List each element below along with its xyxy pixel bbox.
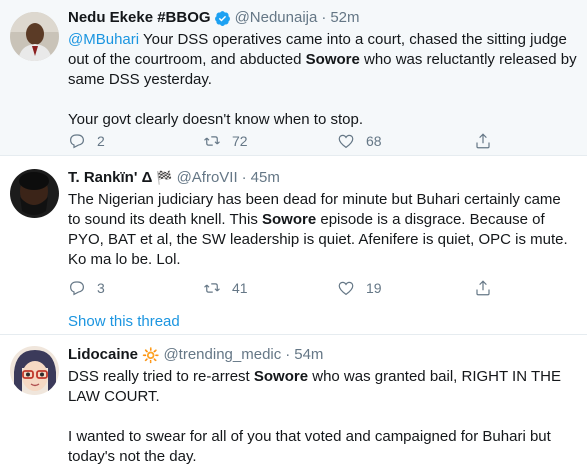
separator-dot: · xyxy=(321,9,327,26)
mention-link[interactable]: @MBuhari xyxy=(68,31,139,48)
tweet[interactable]: Nedu Ekeke #BBOG @Nedunaija · 52m @MBuha… xyxy=(0,0,587,156)
tweet-header: Nedu Ekeke #BBOG @Nedunaija · 52m xyxy=(68,8,577,28)
retweet-count: 41 xyxy=(232,280,248,296)
tweet-text: DSS really tried to re-arrest Sowore who… xyxy=(68,367,577,407)
like-count: 68 xyxy=(366,133,382,149)
highlighted-keyword: Sowore xyxy=(262,211,317,228)
tweet-header: T. Rankïn' Δ 🏁 @AfroVII · 45m xyxy=(68,168,577,188)
retweet-button[interactable]: 41 xyxy=(203,279,248,297)
user-handle[interactable]: @AfroVII xyxy=(177,168,238,188)
tweet-feed: Nedu Ekeke #BBOG @Nedunaija · 52m @MBuha… xyxy=(0,0,587,473)
like-button[interactable]: 19 xyxy=(337,279,382,297)
tweet-text: The Nigerian judiciary has been dead for… xyxy=(68,190,577,270)
retweet-icon xyxy=(204,283,220,293)
share-button[interactable] xyxy=(474,132,492,150)
verified-badge-icon xyxy=(214,10,231,27)
tweet-text-paragraph: I wanted to swear for all of you that vo… xyxy=(68,428,551,465)
avatar[interactable] xyxy=(10,12,59,61)
separator-dot: · xyxy=(241,169,247,186)
tweet-actions: 3 41 19 xyxy=(68,278,498,298)
reply-count: 2 xyxy=(97,133,105,149)
share-button[interactable] xyxy=(474,279,492,297)
retweet-count: 72 xyxy=(232,133,248,149)
reply-count: 3 xyxy=(97,280,105,296)
reply-button[interactable]: 3 xyxy=(68,279,105,297)
reply-icon xyxy=(70,134,84,149)
tweet-content: Lidocaine 🔆 @trending_medic · 54m DSS re… xyxy=(68,345,577,467)
heart-icon xyxy=(338,134,354,149)
tweet-content: Nedu Ekeke #BBOG @Nedunaija · 52m @MBuha… xyxy=(68,8,577,130)
display-name[interactable]: T. Rankïn' Δ xyxy=(68,168,152,188)
separator-dot: · xyxy=(285,346,291,363)
highlighted-keyword: Sowore xyxy=(253,368,309,385)
checkered-flag-emoji: 🏁 xyxy=(156,170,173,185)
retweet-button[interactable]: 72 xyxy=(203,132,248,150)
highlighted-keyword: Sowore xyxy=(305,51,360,68)
display-name[interactable]: Lidocaine xyxy=(68,345,138,365)
timestamp[interactable]: 54m xyxy=(294,345,323,365)
tweet-actions: 2 72 68 xyxy=(68,131,498,151)
avatar[interactable] xyxy=(10,346,59,395)
heart-icon xyxy=(338,281,354,296)
avatar[interactable] xyxy=(10,169,59,218)
sun-emoji: 🔆 xyxy=(142,347,160,363)
like-count: 19 xyxy=(366,280,382,296)
tweet-text-part: DSS really tried to re-arrest xyxy=(68,368,254,385)
reply-icon xyxy=(70,281,84,296)
tweet[interactable]: T. Rankïn' Δ 🏁 @AfroVII · 45m The Nigeri… xyxy=(0,157,587,335)
like-button[interactable]: 68 xyxy=(337,132,382,150)
user-handle[interactable]: @trending_medic xyxy=(163,345,281,365)
user-handle[interactable]: @Nedunaija xyxy=(235,8,318,28)
timestamp[interactable]: 52m xyxy=(330,8,359,28)
tweet-text: @MBuhari Your DSS operatives came into a… xyxy=(68,30,577,90)
retweet-icon xyxy=(204,136,220,146)
display-name[interactable]: Nedu Ekeke #BBOG xyxy=(68,8,211,28)
show-thread-link[interactable]: Show this thread xyxy=(68,313,180,330)
reply-button[interactable]: 2 xyxy=(68,132,105,150)
share-icon xyxy=(476,133,490,149)
tweet-header: Lidocaine 🔆 @trending_medic · 54m xyxy=(68,345,577,365)
tweet-text-paragraph: Your govt clearly doesn't know when to s… xyxy=(68,111,363,128)
timestamp[interactable]: 45m xyxy=(251,168,280,188)
tweet-content: T. Rankïn' Δ 🏁 @AfroVII · 45m The Nigeri… xyxy=(68,168,577,270)
share-icon xyxy=(476,280,490,296)
tweet[interactable]: Lidocaine 🔆 @trending_medic · 54m DSS re… xyxy=(0,336,587,473)
